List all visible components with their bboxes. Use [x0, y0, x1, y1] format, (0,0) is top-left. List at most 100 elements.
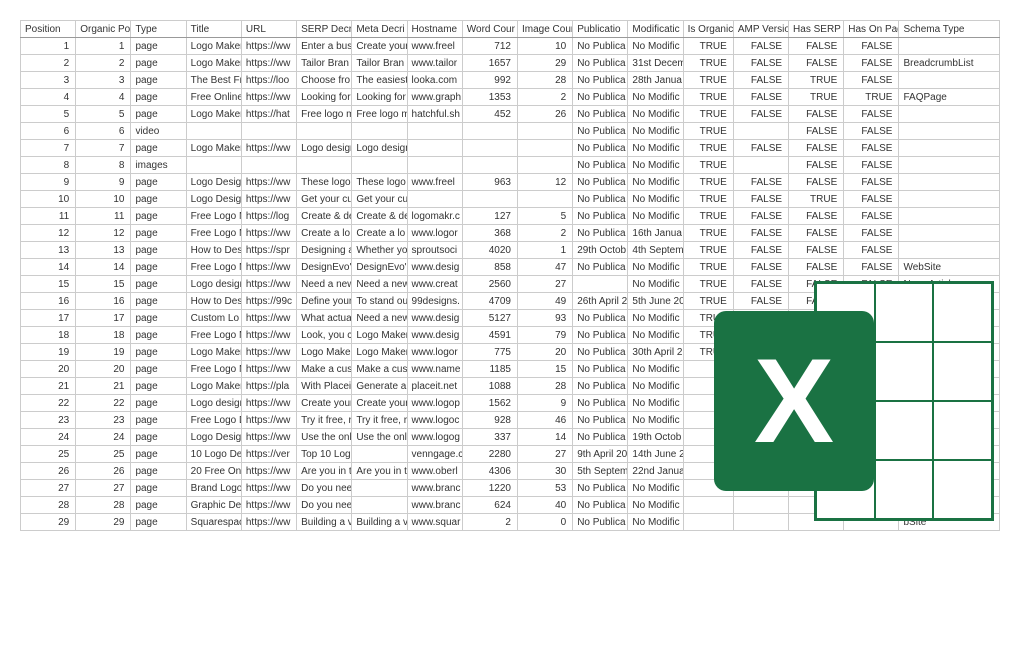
cell-title[interactable]: Logo Maker — [186, 38, 241, 55]
cell-wordcount[interactable]: 1185 — [462, 361, 517, 378]
cell-imagecount[interactable]: 40 — [517, 497, 572, 514]
cell-type[interactable]: page — [131, 412, 186, 429]
cell-meta[interactable] — [352, 446, 407, 463]
cell-organic[interactable]: 8 — [76, 157, 131, 174]
cell-title[interactable]: Logo design — [186, 276, 241, 293]
cell-wordcount[interactable]: 4020 — [462, 242, 517, 259]
cell-url[interactable]: https://ww — [241, 38, 296, 55]
cell-hasonpage[interactable]: FALSE — [844, 259, 899, 276]
cell-hostname[interactable]: www.oberl — [407, 463, 462, 480]
cell-publication[interactable]: No Publica — [573, 174, 628, 191]
cell-hostname[interactable]: www.graph — [407, 89, 462, 106]
cell-wordcount[interactable]: 4709 — [462, 293, 517, 310]
cell-isorganic[interactable]: TRUE — [683, 106, 733, 123]
cell-imagecount[interactable]: 49 — [517, 293, 572, 310]
cell-modification[interactable]: No Modific — [628, 191, 683, 208]
cell-schema[interactable]: WebSite — [899, 259, 1000, 276]
cell-modification[interactable]: 19th Octob — [628, 429, 683, 446]
cell-wordcount[interactable]: 1657 — [462, 55, 517, 72]
cell-isorganic[interactable]: TRUE — [683, 174, 733, 191]
cell-hasonpage[interactable]: TRUE — [844, 89, 899, 106]
cell-type[interactable]: page — [131, 72, 186, 89]
cell-wordcount[interactable]: 928 — [462, 412, 517, 429]
cell-modification[interactable]: No Modific — [628, 140, 683, 157]
cell-meta[interactable]: DesignEvo' — [352, 259, 407, 276]
cell-isorganic[interactable]: TRUE — [683, 55, 733, 72]
cell-hostname[interactable]: logomakr.c — [407, 208, 462, 225]
cell-serp[interactable] — [297, 157, 352, 174]
cell-meta[interactable]: Create your — [352, 395, 407, 412]
table-row[interactable]: 55pageLogo Makerhttps://hatFree logo mFr… — [21, 106, 1000, 123]
cell-organic[interactable]: 5 — [76, 106, 131, 123]
cell-schema[interactable] — [899, 225, 1000, 242]
table-row[interactable]: 1313pageHow to Deshttps://sprDesigning a… — [21, 242, 1000, 259]
table-row[interactable]: 66videoNo PublicaNo ModificTRUEFALSEFALS… — [21, 123, 1000, 140]
cell-wordcount[interactable]: 127 — [462, 208, 517, 225]
cell-wordcount[interactable]: 2280 — [462, 446, 517, 463]
cell-meta[interactable]: Create your — [352, 38, 407, 55]
cell-position[interactable]: 23 — [21, 412, 76, 429]
cell-meta[interactable]: Need a new — [352, 276, 407, 293]
cell-modification[interactable]: No Modific — [628, 395, 683, 412]
cell-publication[interactable]: No Publica — [573, 140, 628, 157]
cell-meta[interactable]: The easiest — [352, 72, 407, 89]
cell-type[interactable]: page — [131, 276, 186, 293]
cell-url[interactable] — [241, 123, 296, 140]
header-imagecount[interactable]: Image Cour — [517, 21, 572, 38]
header-meta[interactable]: Meta Decri — [352, 21, 407, 38]
cell-imagecount[interactable]: 2 — [517, 225, 572, 242]
cell-url[interactable] — [241, 157, 296, 174]
cell-amp[interactable] — [733, 123, 788, 140]
cell-organic[interactable]: 13 — [76, 242, 131, 259]
cell-title[interactable]: Logo Maker — [186, 344, 241, 361]
cell-url[interactable]: https://ww — [241, 327, 296, 344]
cell-wordcount[interactable]: 992 — [462, 72, 517, 89]
cell-position[interactable]: 18 — [21, 327, 76, 344]
cell-meta[interactable]: Logo Maker — [352, 344, 407, 361]
header-url[interactable]: URL — [241, 21, 296, 38]
cell-title[interactable]: Squarespac — [186, 514, 241, 531]
cell-hostname[interactable]: www.freel — [407, 38, 462, 55]
cell-position[interactable]: 21 — [21, 378, 76, 395]
cell-hostname[interactable]: www.logop — [407, 395, 462, 412]
cell-wordcount[interactable]: 624 — [462, 497, 517, 514]
cell-meta[interactable]: Use the onl — [352, 429, 407, 446]
cell-modification[interactable]: No Modific — [628, 157, 683, 174]
cell-publication[interactable]: No Publica — [573, 395, 628, 412]
cell-publication[interactable]: No Publica — [573, 514, 628, 531]
cell-meta[interactable] — [352, 157, 407, 174]
cell-modification[interactable]: No Modific — [628, 123, 683, 140]
cell-serp[interactable]: Create & de — [297, 208, 352, 225]
cell-wordcount[interactable]: 452 — [462, 106, 517, 123]
cell-publication[interactable]: No Publica — [573, 191, 628, 208]
cell-imagecount[interactable]: 29 — [517, 55, 572, 72]
cell-imagecount[interactable]: 1 — [517, 242, 572, 259]
cell-serp[interactable]: Get your cu — [297, 191, 352, 208]
cell-publication[interactable]: No Publica — [573, 480, 628, 497]
cell-meta[interactable]: Tailor Bran — [352, 55, 407, 72]
cell-organic[interactable]: 15 — [76, 276, 131, 293]
table-row[interactable]: 22pageLogo Makerhttps://wwTailor BranTai… — [21, 55, 1000, 72]
cell-modification[interactable]: 5th June 20 — [628, 293, 683, 310]
cell-wordcount[interactable] — [462, 123, 517, 140]
cell-hasserp[interactable]: FALSE — [789, 242, 844, 259]
cell-modification[interactable]: 22nd Janua — [628, 463, 683, 480]
cell-hasserp[interactable]: FALSE — [789, 174, 844, 191]
cell-imagecount[interactable] — [517, 140, 572, 157]
table-row[interactable]: 1414pageFree Logo Mhttps://wwDesignEvo'D… — [21, 259, 1000, 276]
cell-imagecount[interactable]: 53 — [517, 480, 572, 497]
cell-title[interactable]: Brand Logo — [186, 480, 241, 497]
cell-type[interactable]: page — [131, 208, 186, 225]
cell-serp[interactable]: Define your — [297, 293, 352, 310]
cell-isorganic[interactable]: TRUE — [683, 157, 733, 174]
cell-position[interactable]: 19 — [21, 344, 76, 361]
cell-position[interactable]: 6 — [21, 123, 76, 140]
cell-url[interactable]: https://ww — [241, 514, 296, 531]
cell-organic[interactable]: 9 — [76, 174, 131, 191]
cell-publication[interactable]: No Publica — [573, 497, 628, 514]
cell-title[interactable]: Logo Desig — [186, 429, 241, 446]
cell-publication[interactable]: No Publica — [573, 344, 628, 361]
cell-url[interactable]: https://ww — [241, 361, 296, 378]
header-title[interactable]: Title — [186, 21, 241, 38]
cell-publication[interactable]: No Publica — [573, 89, 628, 106]
